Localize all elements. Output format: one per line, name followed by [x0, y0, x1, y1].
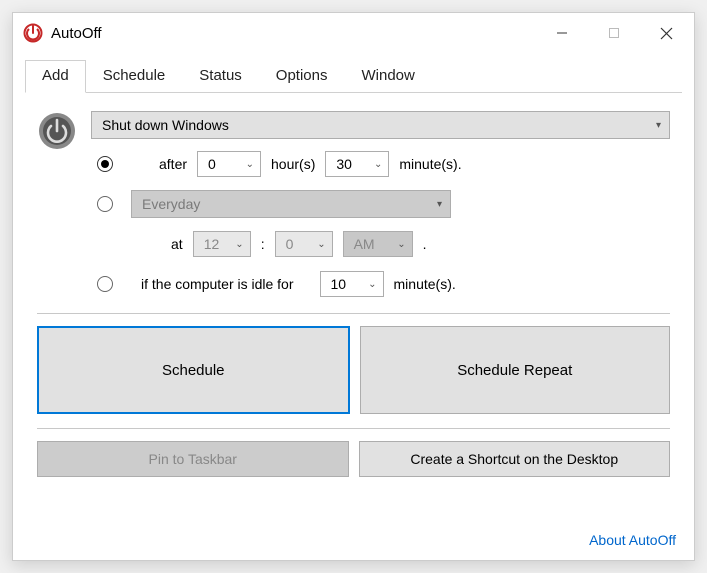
chevron-down-icon: ⌄	[368, 279, 376, 290]
idle-minutes-label: minute(s).	[394, 276, 456, 292]
time-minute-value: 0	[286, 236, 294, 252]
window-controls	[536, 15, 692, 51]
tab-schedule[interactable]: Schedule	[86, 60, 183, 93]
schedule-repeat-button[interactable]: Schedule Repeat	[360, 326, 671, 414]
time-hour-value: 12	[204, 236, 220, 252]
dot-label: .	[423, 236, 427, 252]
colon-label: :	[261, 236, 265, 252]
window-title: AutoOff	[51, 25, 536, 42]
chevron-down-icon: ⌄	[374, 159, 382, 170]
tab-window[interactable]: Window	[345, 60, 432, 93]
option-everyday-row: Everyday ▾	[91, 189, 670, 219]
radio-idle[interactable]	[97, 276, 113, 292]
power-icon	[37, 111, 77, 151]
option-everyday-time-row: at 12 ⌄ : 0 ⌄ AM ⌄ .	[91, 229, 670, 259]
tab-options[interactable]: Options	[259, 60, 345, 93]
option-idle-row: if the computer is idle for 10 ⌄ minute(…	[91, 269, 670, 299]
day-select-value: Everyday	[142, 196, 200, 212]
action-config: Shut down Windows ▾ after 0 ⌄ hour(s) 30	[91, 111, 670, 299]
ampm-value: AM	[354, 236, 375, 252]
footer: About AutoOff	[13, 526, 694, 560]
radio-after[interactable]	[97, 156, 113, 172]
chevron-down-icon: ⌄	[317, 239, 325, 250]
schedule-button-row: Schedule Schedule Repeat	[37, 326, 670, 414]
create-shortcut-button[interactable]: Create a Shortcut on the Desktop	[359, 441, 671, 477]
after-hours-value: 0	[208, 156, 216, 172]
tab-add[interactable]: Add	[25, 60, 86, 93]
action-select-value: Shut down Windows	[102, 117, 229, 133]
action-row: Shut down Windows ▾ after 0 ⌄ hour(s) 30	[37, 111, 670, 299]
minimize-button[interactable]	[536, 15, 588, 51]
close-button[interactable]	[640, 15, 692, 51]
chevron-down-icon: ⌄	[235, 239, 243, 250]
radio-everyday[interactable]	[97, 196, 113, 212]
at-label: at	[171, 236, 183, 252]
app-window: AutoOff Add Schedule Status Options Wind…	[12, 12, 695, 561]
idle-minutes-value: 10	[331, 276, 347, 292]
action-select[interactable]: Shut down Windows ▾	[91, 111, 670, 139]
day-select[interactable]: Everyday ▾	[131, 190, 451, 218]
chevron-down-icon: ▾	[656, 120, 661, 131]
tab-status[interactable]: Status	[182, 60, 259, 93]
hours-label: hour(s)	[271, 156, 315, 172]
shortcut-button-row: Pin to Taskbar Create a Shortcut on the …	[37, 441, 670, 477]
time-hour-select[interactable]: 12 ⌄	[193, 231, 251, 257]
after-label: after	[159, 156, 187, 172]
after-hours-select[interactable]: 0 ⌄	[197, 151, 261, 177]
chevron-down-icon: ▾	[437, 199, 442, 210]
minutes-label: minute(s).	[399, 156, 461, 172]
option-after-row: after 0 ⌄ hour(s) 30 ⌄ minute(s).	[91, 149, 670, 179]
titlebar: AutoOff	[13, 13, 694, 53]
pin-taskbar-button[interactable]: Pin to Taskbar	[37, 441, 349, 477]
tab-strip: Add Schedule Status Options Window	[25, 59, 682, 93]
idle-label: if the computer is idle for	[141, 276, 294, 292]
chevron-down-icon: ⌄	[397, 239, 405, 250]
time-minute-select[interactable]: 0 ⌄	[275, 231, 333, 257]
divider	[37, 428, 670, 429]
chevron-down-icon: ⌄	[246, 159, 254, 170]
after-minutes-select[interactable]: 30 ⌄	[325, 151, 389, 177]
schedule-button[interactable]: Schedule	[37, 326, 350, 414]
idle-minutes-select[interactable]: 10 ⌄	[320, 271, 384, 297]
divider	[37, 313, 670, 314]
maximize-button	[588, 15, 640, 51]
after-minutes-value: 30	[336, 156, 352, 172]
app-power-icon	[23, 23, 43, 43]
about-link[interactable]: About AutoOff	[589, 532, 676, 548]
tab-content-add: Shut down Windows ▾ after 0 ⌄ hour(s) 30	[13, 93, 694, 526]
ampm-select[interactable]: AM ⌄	[343, 231, 413, 257]
